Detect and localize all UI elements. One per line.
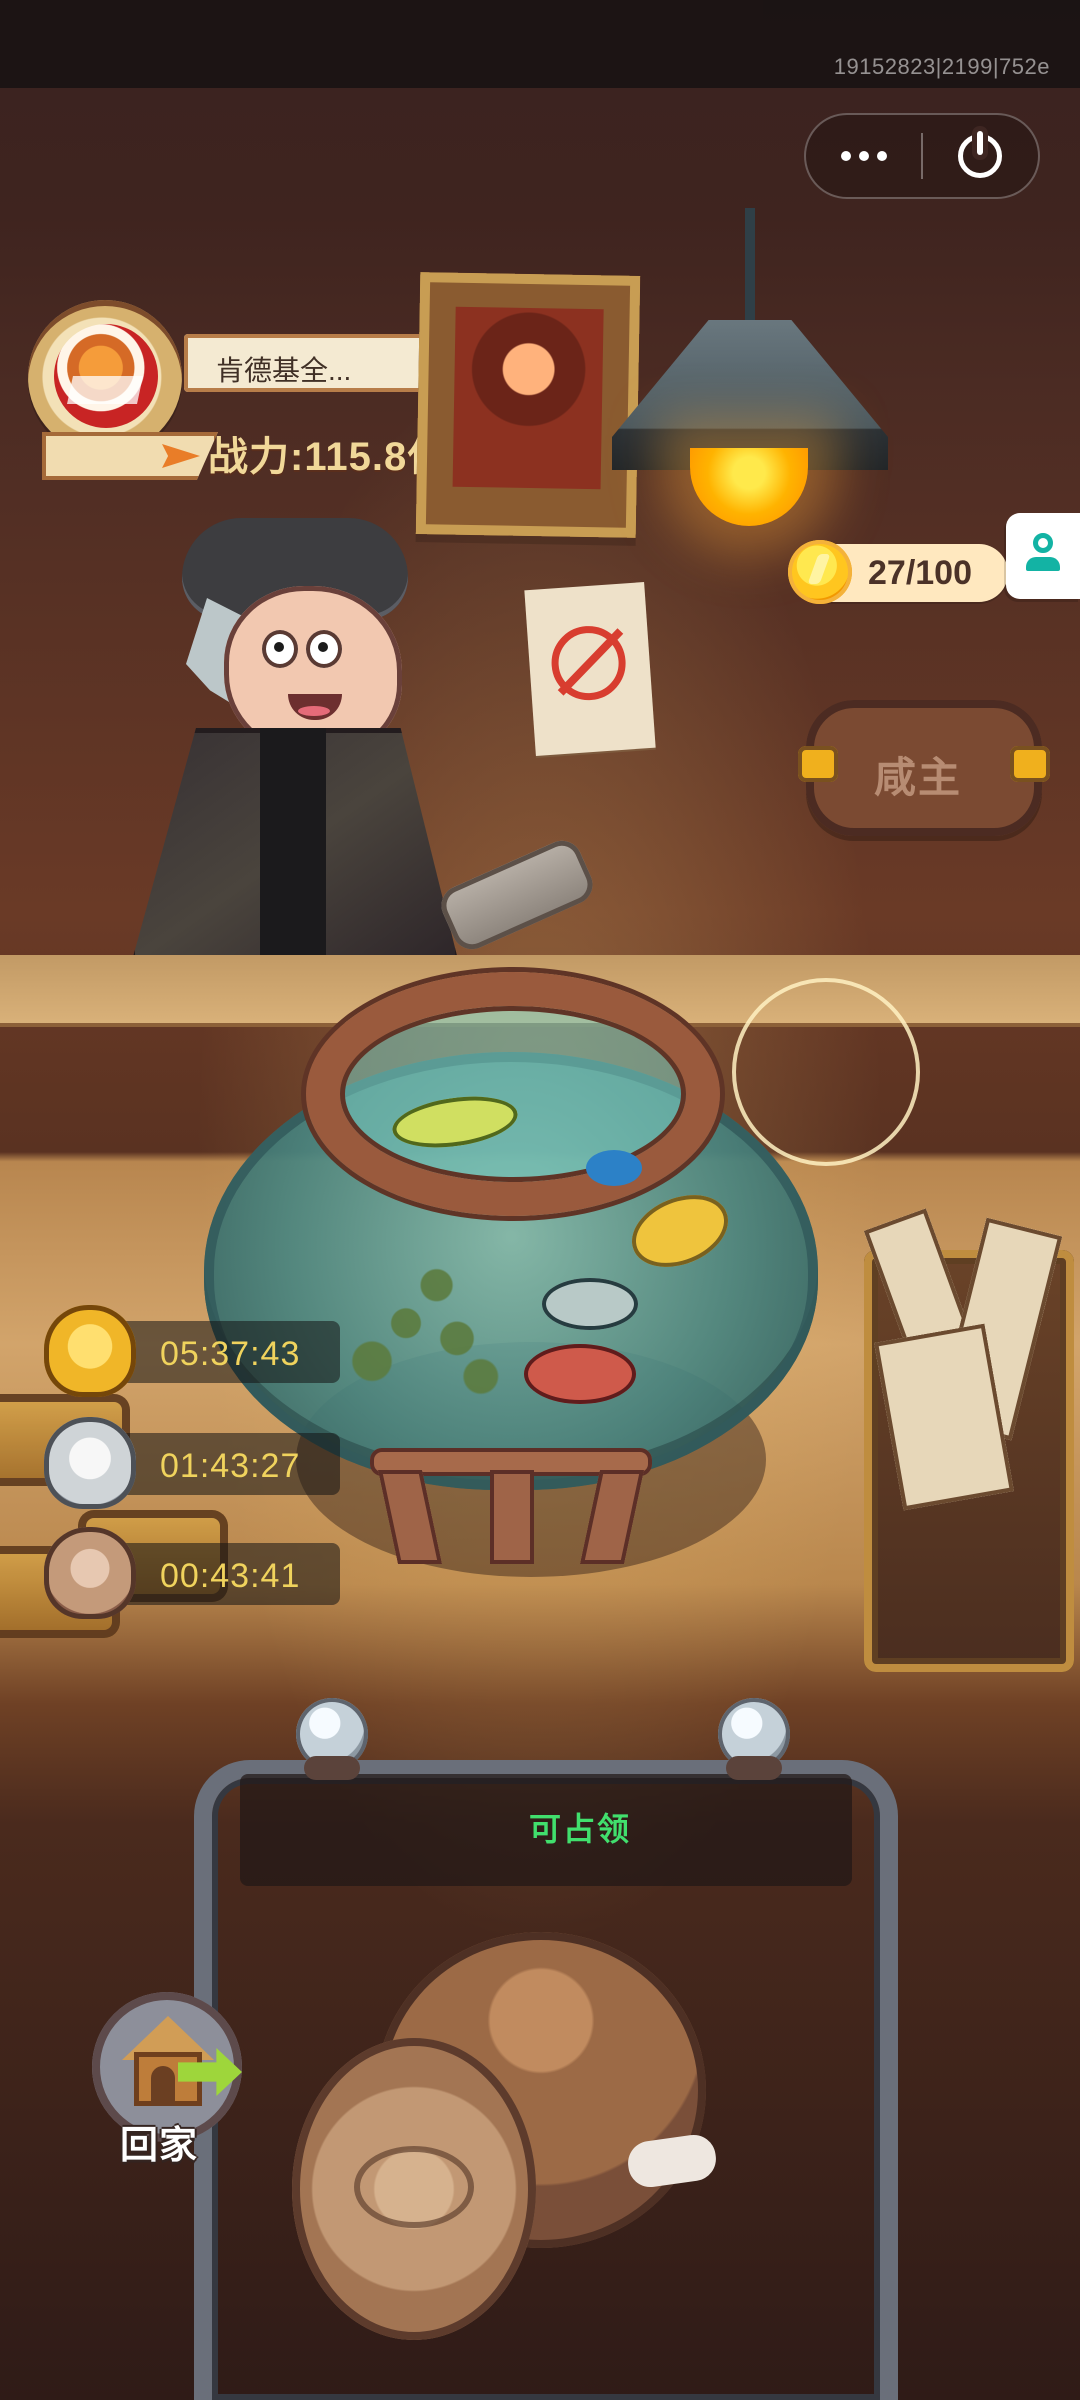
red-fish[interactable] [524,1344,636,1404]
power-ribbon [42,432,218,480]
timer-row[interactable]: 00:43:41 [0,1527,345,1619]
timer-text: 05:37:43 [160,1335,301,1373]
game-scene: 19152823|2199|752e 肯德基全... » 战力:115.8亿 [0,0,1080,2400]
water-plant [338,1232,508,1422]
lamp-bulb [690,448,808,526]
shop-sign: 咸主 [798,700,1050,836]
player-name: 肯德基全... [216,355,352,386]
character-eye [262,630,298,668]
support-icon [1024,533,1062,577]
blue-fish[interactable] [586,1150,642,1186]
gold-pot-icon [44,1305,136,1397]
timer-list: 05:37:43 01:43:27 00:43:41 [0,1305,360,1645]
silver-fish[interactable] [542,1278,638,1330]
character-mouth [288,694,342,720]
target-ring [732,978,920,1166]
house-door [151,2066,175,2106]
more-dot [876,151,887,161]
coin-icon [788,540,852,604]
thumbs-up-icon [1010,746,1050,782]
more-dot [858,151,869,161]
power-value: 战力:115.8亿 [208,435,449,479]
status-bar: 19152823|2199|752e [0,0,1080,88]
coin-value: 27/100 [868,554,972,592]
timer-row[interactable]: 05:37:43 [0,1305,345,1397]
character-coat [130,728,460,968]
capture-machine[interactable]: 可占领 [194,1698,898,2400]
shopkeeper-character[interactable] [130,510,460,970]
customer-service-button[interactable] [1006,513,1080,599]
stand-leg [378,1470,442,1564]
avatar-frame [28,300,182,454]
timer-text: 00:43:41 [160,1557,301,1595]
light-bulb-icon [718,1698,790,1780]
silver-pot-icon [44,1417,136,1509]
clay-pot-icon [44,1527,136,1619]
thumbs-up-icon [798,746,838,782]
mini-program-capsule [804,113,1040,199]
wall-portrait [415,272,641,538]
clay-urn[interactable] [292,1932,762,2368]
timer-text: 01:43:27 [160,1447,301,1485]
urn-lid [292,2038,536,2340]
home-label: 回家 [120,2125,199,2167]
coin-counter[interactable]: 27/100 [788,540,1008,604]
character-eye [306,630,342,668]
scroll-basket[interactable] [863,1208,1074,1672]
avatar [54,324,158,428]
version-text: 19152823|2199|752e [833,54,1050,79]
stand-leg [580,1470,644,1564]
machine-top-panel: 可占领 [240,1774,852,1886]
fishbowl-rim [306,972,720,1216]
go-home-button[interactable]: 回家 [92,1992,252,2172]
stand-leg [490,1470,534,1564]
close-button[interactable] [923,114,1038,198]
more-button[interactable] [806,114,921,198]
more-icon [840,151,887,161]
power-icon [958,131,1003,178]
no-battle-poster [524,582,656,756]
hanging-lamp [612,208,888,526]
claimable-status: 可占领 [529,1811,632,1847]
more-dot [840,151,851,161]
fishbowl-stand [370,1448,652,1564]
timer-row[interactable]: 01:43:27 [0,1417,345,1509]
sign-text: 咸主 [874,754,963,801]
lamp-cord [745,208,755,320]
light-bulb-icon [296,1698,368,1780]
